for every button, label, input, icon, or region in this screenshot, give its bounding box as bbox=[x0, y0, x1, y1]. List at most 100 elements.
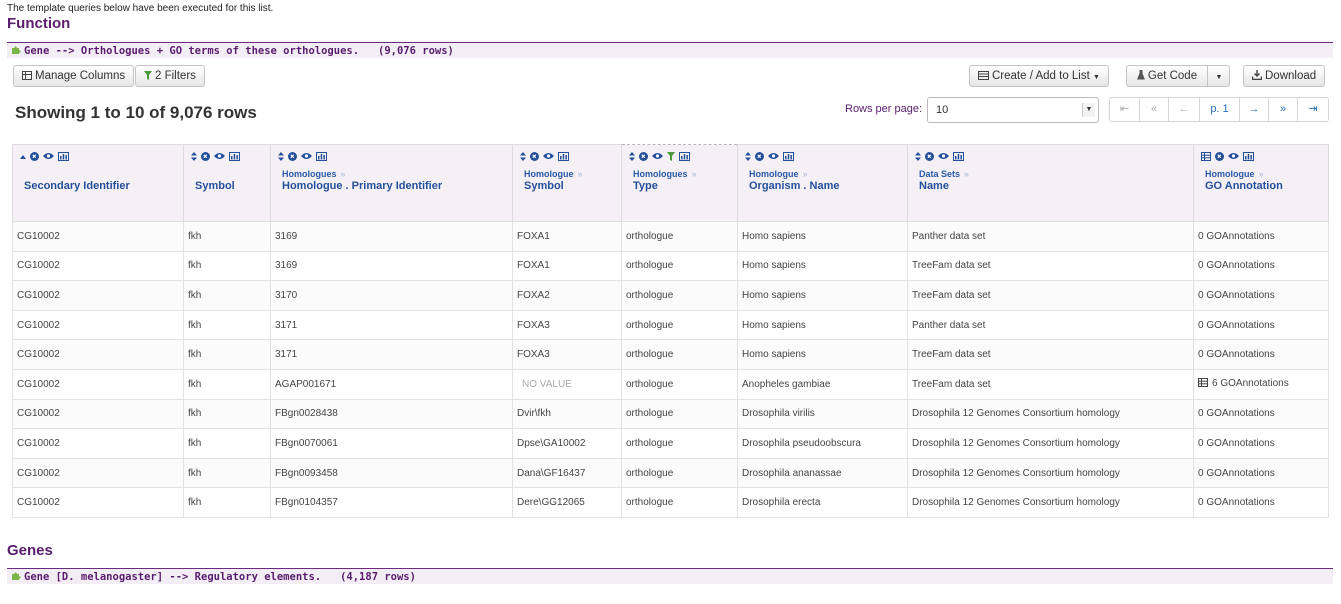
column-path[interactable]: Homologue» bbox=[749, 169, 808, 179]
cell-data-set-name[interactable]: TreeFam data set bbox=[907, 368, 1194, 400]
cell-go-annotation[interactable]: 0 GOAnnotations bbox=[1193, 487, 1329, 518]
cell-data-set-name[interactable]: Drosophila 12 Genomes Consortium homolog… bbox=[907, 428, 1194, 459]
cell-organism-name[interactable]: Homo sapiens bbox=[737, 339, 908, 370]
download-button[interactable]: Download bbox=[1243, 65, 1326, 87]
cell-data-set-name[interactable]: Drosophila 12 Genomes Consortium homolog… bbox=[907, 487, 1194, 518]
get-code-button-group[interactable]: Get Code ▼ bbox=[1126, 65, 1230, 87]
cell-organism-name[interactable]: Drosophila pseudoobscura bbox=[737, 428, 908, 459]
cell-homologue-primary-identifier[interactable]: 3171 bbox=[270, 309, 513, 341]
cell-homologue-symbol[interactable]: FOXA2 bbox=[512, 280, 622, 311]
first-page-button[interactable]: ⇤ bbox=[1110, 98, 1140, 121]
cell-data-set-name[interactable]: TreeFam data set bbox=[907, 339, 1194, 370]
cell-organism-name[interactable]: Drosophila ananassae bbox=[737, 457, 908, 489]
filters-button[interactable]: 2 Filters bbox=[135, 65, 205, 87]
sort-ascending-icon[interactable] bbox=[20, 152, 26, 163]
template-query-bar-2[interactable]: Gene [D. melanogaster] --> Regulatory el… bbox=[7, 568, 1333, 584]
get-code-caret-icon[interactable]: ▼ bbox=[1208, 68, 1230, 88]
hide-column-icon[interactable] bbox=[652, 152, 663, 163]
cell-homologue-primary-identifier[interactable]: 3171 bbox=[270, 339, 513, 370]
cell-homologue-primary-identifier[interactable]: 3169 bbox=[270, 221, 513, 252]
cell-homologue-symbol[interactable]: FOXA1 bbox=[512, 250, 622, 282]
cell-go-annotation[interactable]: 0 GOAnnotations bbox=[1193, 221, 1329, 252]
template-query-title[interactable]: Gene --> Orthologues + GO terms of these… bbox=[24, 45, 359, 57]
cell-secondary-identifier[interactable]: CG10002 bbox=[12, 250, 184, 282]
remove-column-icon[interactable] bbox=[1215, 151, 1224, 164]
table-icon[interactable] bbox=[1198, 378, 1208, 390]
sort-icon[interactable] bbox=[629, 151, 635, 164]
remove-column-icon[interactable] bbox=[755, 151, 764, 164]
column-summary-icon[interactable] bbox=[953, 151, 964, 164]
cell-secondary-identifier[interactable]: CG10002 bbox=[12, 428, 184, 459]
cell-homologue-symbol[interactable]: Dere\GG12065 bbox=[512, 487, 622, 518]
column-summary-icon[interactable] bbox=[558, 151, 569, 164]
sort-icon[interactable] bbox=[191, 151, 197, 164]
current-page-indicator[interactable]: p. 1 bbox=[1200, 98, 1240, 121]
sort-icon[interactable] bbox=[915, 151, 921, 164]
hide-column-icon[interactable] bbox=[1228, 152, 1239, 163]
cell-go-annotation[interactable]: 0 GOAnnotations bbox=[1193, 280, 1329, 311]
manage-columns-button[interactable]: Manage Columns bbox=[13, 65, 135, 87]
remove-column-icon[interactable] bbox=[288, 151, 297, 164]
cell-homologue-symbol[interactable]: Dpse\GA10002 bbox=[512, 428, 622, 459]
cell-symbol[interactable]: fkh bbox=[183, 428, 271, 459]
cell-homologue-primary-identifier[interactable]: FBgn0028438 bbox=[270, 398, 513, 430]
cell-data-set-name[interactable]: Panther data set bbox=[907, 309, 1194, 341]
cell-secondary-identifier[interactable]: CG10002 bbox=[12, 457, 184, 489]
remove-column-icon[interactable] bbox=[530, 151, 539, 164]
get-code-button[interactable]: Get Code bbox=[1127, 66, 1208, 86]
cell-go-annotation[interactable]: 0 GOAnnotations bbox=[1193, 309, 1329, 341]
cell-symbol[interactable]: fkh bbox=[183, 487, 271, 518]
cell-secondary-identifier[interactable]: CG10002 bbox=[12, 487, 184, 518]
prev-group-button[interactable]: « bbox=[1140, 98, 1169, 121]
hide-column-icon[interactable] bbox=[543, 152, 554, 163]
cell-symbol[interactable]: fkh bbox=[183, 250, 271, 282]
filter-icon[interactable] bbox=[667, 151, 675, 164]
cell-homologue-symbol[interactable]: Dvir\fkh bbox=[512, 398, 622, 430]
column-summary-icon[interactable] bbox=[679, 151, 690, 164]
hide-column-icon[interactable] bbox=[938, 152, 949, 163]
cell-go-annotation[interactable]: 6 GOAnnotations bbox=[1193, 368, 1329, 400]
cell-homologue-primary-identifier[interactable]: FBgn0093458 bbox=[270, 457, 513, 489]
cell-data-set-name[interactable]: Drosophila 12 Genomes Consortium homolog… bbox=[907, 398, 1194, 430]
column-summary-icon[interactable] bbox=[1243, 151, 1254, 164]
prev-page-button[interactable]: ← bbox=[1169, 98, 1200, 121]
cell-symbol[interactable]: fkh bbox=[183, 221, 271, 252]
cell-go-annotation[interactable]: 0 GOAnnotations bbox=[1193, 457, 1329, 489]
cell-symbol[interactable]: fkh bbox=[183, 339, 271, 370]
sort-icon[interactable] bbox=[278, 151, 284, 164]
remove-column-icon[interactable] bbox=[639, 151, 648, 164]
next-page-button[interactable]: → bbox=[1240, 98, 1269, 121]
cell-data-set-name[interactable]: TreeFam data set bbox=[907, 250, 1194, 282]
cell-secondary-identifier[interactable]: CG10002 bbox=[12, 339, 184, 370]
remove-column-icon[interactable] bbox=[30, 151, 39, 164]
cell-go-annotation[interactable]: 0 GOAnnotations bbox=[1193, 250, 1329, 282]
hide-column-icon[interactable] bbox=[43, 152, 54, 163]
cell-secondary-identifier[interactable]: CG10002 bbox=[12, 368, 184, 400]
cell-secondary-identifier[interactable]: CG10002 bbox=[12, 309, 184, 341]
column-path[interactable]: Homologue» bbox=[524, 169, 583, 179]
cell-go-annotation[interactable]: 0 GOAnnotations bbox=[1193, 428, 1329, 459]
cell-organism-name[interactable]: Drosophila erecta bbox=[737, 487, 908, 518]
column-summary-icon[interactable] bbox=[229, 151, 240, 164]
create-list-button[interactable]: Create / Add to List ▼ bbox=[969, 65, 1109, 87]
template-query-bar[interactable]: Gene --> Orthologues + GO terms of these… bbox=[7, 42, 1333, 58]
column-path[interactable]: Homologue» bbox=[1205, 169, 1264, 179]
cell-symbol[interactable]: fkh bbox=[183, 457, 271, 489]
cell-homologue-primary-identifier[interactable]: FBgn0104357 bbox=[270, 487, 513, 518]
cell-homologue-primary-identifier[interactable]: FBgn0070061 bbox=[270, 428, 513, 459]
cell-secondary-identifier[interactable]: CG10002 bbox=[12, 280, 184, 311]
cell-homologue-primary-identifier[interactable]: 3170 bbox=[270, 280, 513, 311]
cell-data-set-name[interactable]: Drosophila 12 Genomes Consortium homolog… bbox=[907, 457, 1194, 489]
column-summary-icon[interactable] bbox=[783, 151, 794, 164]
last-page-button[interactable]: ⇥ bbox=[1298, 98, 1328, 121]
cell-homologue-primary-identifier[interactable]: 3169 bbox=[270, 250, 513, 282]
template-query-title-2[interactable]: Gene [D. melanogaster] --> Regulatory el… bbox=[24, 571, 321, 583]
sort-icon[interactable] bbox=[745, 151, 751, 164]
cell-symbol[interactable]: fkh bbox=[183, 309, 271, 341]
cell-organism-name[interactable]: Drosophila virilis bbox=[737, 398, 908, 430]
cell-homologue-symbol[interactable]: FOXA3 bbox=[512, 339, 622, 370]
cell-homologue-symbol[interactable]: FOXA1 bbox=[512, 221, 622, 252]
hide-column-icon[interactable] bbox=[768, 152, 779, 163]
cell-homologue-primary-identifier[interactable]: AGAP001671 bbox=[270, 368, 513, 400]
next-group-button[interactable]: » bbox=[1269, 98, 1298, 121]
